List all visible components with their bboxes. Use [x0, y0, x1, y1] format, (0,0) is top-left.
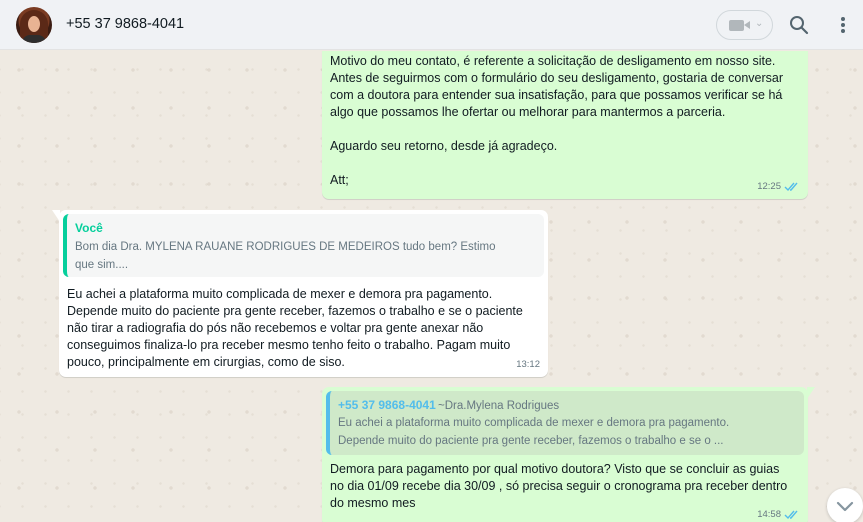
message-text: Demora para pagamento por qual motivo do…	[330, 462, 788, 510]
quoted-author: Você	[75, 221, 103, 235]
message-outgoing[interactable]: Motivo do meu contato, é referente a sol…	[322, 51, 808, 199]
quoted-text: Bom dia Dra. MYLENA RAUANE RODRIGUES DE …	[75, 241, 496, 271]
bubble-tail	[52, 210, 60, 222]
message-outgoing[interactable]: +55 37 9868-4041 ~Dra.Mylena Rodrigues E…	[322, 387, 815, 522]
message-time: 13:12	[516, 359, 540, 370]
message-list: Motivo do meu contato, é referente a sol…	[0, 51, 863, 522]
quoted-message[interactable]: +55 37 9868-4041 ~Dra.Mylena Rodrigues E…	[326, 391, 804, 455]
read-ticks-icon	[784, 182, 798, 191]
quoted-author: +55 37 9868-4041	[338, 398, 436, 412]
message-meta: 12:25	[757, 178, 800, 195]
video-call-button[interactable]: ⌄	[716, 10, 773, 40]
message-time: 12:25	[757, 181, 781, 192]
bubble-tail	[807, 387, 815, 399]
chevron-down-icon	[836, 501, 854, 512]
quoted-message[interactable]: Você Bom dia Dra. MYLENA RAUANE RODRIGUE…	[63, 214, 544, 277]
chevron-down-icon: ⌄	[755, 18, 764, 29]
quoted-text: Eu achei a plataforma muito complicada d…	[338, 417, 730, 447]
search-icon[interactable]	[789, 15, 809, 35]
message-meta: 14:58	[757, 506, 800, 522]
chat-header: +55 37 9868-4041 ⌄	[0, 0, 863, 50]
message-text: Motivo do meu contato, é referente a sol…	[330, 54, 784, 187]
contact-name[interactable]: +55 37 9868-4041	[66, 16, 184, 32]
message-time: 14:58	[757, 509, 781, 520]
video-call-icon-lens	[744, 21, 750, 29]
message-meta: 13:12	[516, 356, 540, 373]
video-call-icon	[729, 20, 744, 31]
quoted-author-subtitle: ~Dra.Mylena Rodrigues	[438, 400, 560, 412]
avatar[interactable]	[16, 7, 52, 43]
message-incoming[interactable]: Você Bom dia Dra. MYLENA RAUANE RODRIGUE…	[52, 210, 548, 377]
message-text: Eu achei a plataforma muito complicada d…	[67, 287, 523, 369]
scroll-to-bottom-button[interactable]	[827, 488, 863, 522]
read-ticks-icon	[784, 510, 798, 519]
avatar-face	[28, 16, 40, 32]
menu-icon[interactable]	[835, 14, 851, 36]
avatar-shirt	[22, 35, 46, 43]
